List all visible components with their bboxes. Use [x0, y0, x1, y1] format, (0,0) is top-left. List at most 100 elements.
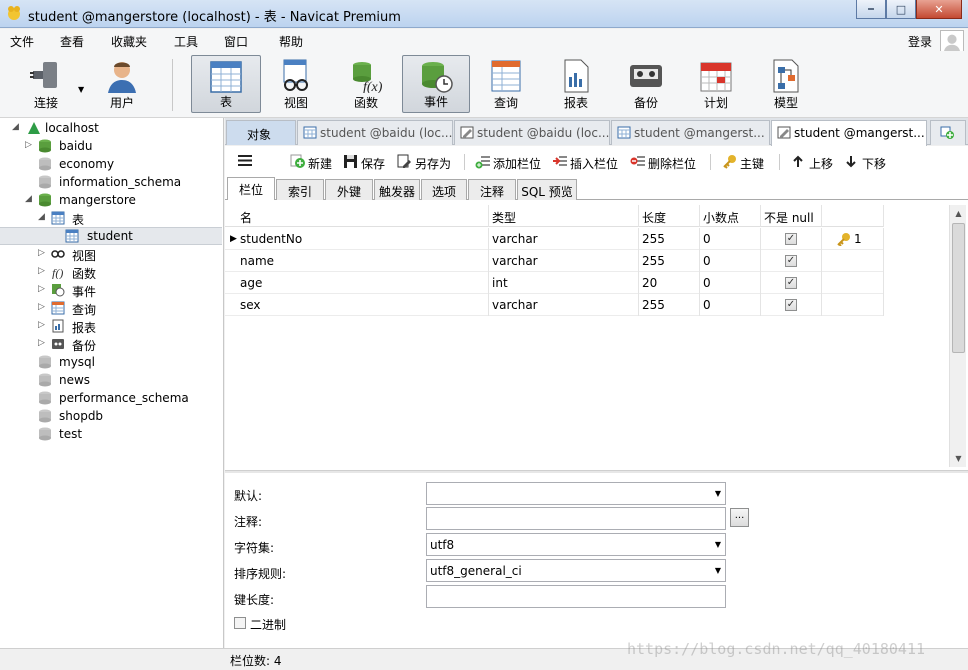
tree-item-backups[interactable]: ▷ 备份 — [0, 335, 222, 353]
expand-arrow-icon[interactable]: ▷ — [38, 284, 45, 294]
menu-file[interactable]: 文件 — [10, 33, 34, 50]
menu-view[interactable]: 查看 — [60, 33, 84, 50]
grid-vertical-scrollbar[interactable]: ▲ ▼ — [949, 205, 966, 467]
scroll-up-icon[interactable]: ▲ — [950, 205, 967, 222]
tree-item-db[interactable]: news — [0, 371, 222, 389]
tab-sql-preview[interactable]: SQL 预览 — [517, 179, 577, 200]
tab-indexes[interactable]: 索引 — [276, 179, 324, 200]
not-null-checkbox[interactable]: ✓ — [785, 233, 797, 245]
tab-document[interactable]: student @baidu (loc... — [297, 120, 453, 145]
expand-arrow-icon[interactable]: ▷ — [38, 302, 45, 312]
tree-item-db[interactable]: test — [0, 425, 222, 443]
tree-item-localhost[interactable]: ◢ localhost — [0, 119, 222, 137]
user-icon — [108, 62, 136, 93]
window-title: student @mangerstore (localhost) - 表 - N… — [28, 10, 401, 25]
binary-checkbox[interactable] — [234, 617, 246, 629]
tab-foreign-keys[interactable]: 外键 — [325, 179, 373, 200]
tree-item-mangerstore[interactable]: ◢ mangerstore — [0, 191, 222, 209]
table-icon — [210, 61, 242, 93]
table-button[interactable]: 表 — [191, 55, 261, 113]
table-row[interactable]: age int 20 0 ✓ — [225, 272, 884, 294]
not-null-checkbox[interactable]: ✓ — [785, 255, 797, 267]
key-length-input[interactable] — [426, 585, 726, 608]
view-button[interactable]: 视图 — [264, 55, 328, 113]
tab-comment[interactable]: 注释 — [468, 179, 516, 200]
default-label: 默认: — [234, 489, 263, 503]
column-header-not-null[interactable]: 不是 null — [761, 205, 822, 227]
tree-item-queries[interactable]: ▷ 查询 — [0, 299, 222, 317]
maximize-button[interactable]: □ — [886, 0, 916, 19]
main-toolbar: 连接 ▼ 用户 表 视图 f(x) 函数 事件 查询 报表 备份 计划 模型 — [0, 51, 968, 118]
tab-options[interactable]: 选项 — [421, 179, 467, 200]
tree-item-student[interactable]: student — [0, 227, 222, 245]
tree-item-db[interactable]: mysql — [0, 353, 222, 371]
user-button[interactable]: 用户 — [90, 55, 154, 113]
model-button[interactable]: 模型 — [754, 55, 818, 113]
comment-edit-button[interactable]: ... — [730, 508, 749, 527]
collapse-arrow-icon[interactable]: ◢ — [38, 212, 45, 222]
menu-window[interactable]: 窗口 — [224, 33, 248, 50]
table-icon — [617, 126, 631, 139]
query-button[interactable]: 查询 — [474, 55, 538, 113]
tab-objects[interactable]: 对象 — [226, 120, 296, 145]
close-button[interactable]: ✕ — [916, 0, 962, 19]
tree-item-tables-folder[interactable]: ◢ 表 — [0, 209, 222, 227]
tree-item-reports[interactable]: ▷ 报表 — [0, 317, 222, 335]
scroll-down-icon[interactable]: ▼ — [950, 450, 967, 467]
table-row[interactable]: ▶ studentNo varchar 255 0 ✓ 1 — [225, 228, 884, 250]
column-header-key[interactable] — [822, 205, 884, 227]
default-select[interactable]: ▼ — [426, 482, 726, 505]
tree-item-db[interactable]: economy — [0, 155, 222, 173]
event-button[interactable]: 事件 — [402, 55, 470, 113]
not-null-checkbox[interactable]: ✓ — [785, 299, 797, 311]
charset-select[interactable]: utf8 ▼ — [426, 533, 726, 556]
login-link[interactable]: 登录 — [908, 33, 932, 50]
tab-document[interactable]: student @baidu (loc... — [454, 120, 610, 145]
tab-fields[interactable]: 栏位 — [227, 177, 275, 201]
connect-button[interactable]: 连接 — [14, 55, 78, 113]
schedule-button[interactable]: 计划 — [684, 55, 748, 113]
menu-favorites[interactable]: 收藏夹 — [111, 33, 147, 50]
table-icon — [303, 126, 317, 139]
expand-arrow-icon[interactable]: ▷ — [25, 140, 32, 150]
backup-button[interactable]: 备份 — [614, 55, 678, 113]
column-header-length[interactable]: 长度 — [639, 205, 700, 227]
collation-select[interactable]: utf8_general_ci ▼ — [426, 559, 726, 582]
tree-item-db[interactable]: shopdb — [0, 407, 222, 425]
tree-item-events[interactable]: ▷ 事件 — [0, 281, 222, 299]
connect-dropdown-icon[interactable]: ▼ — [78, 85, 84, 94]
connection-icon — [28, 122, 40, 134]
charset-label: 字符集: — [234, 541, 275, 555]
hamburger-menu-icon[interactable] — [237, 153, 253, 171]
database-icon — [39, 391, 51, 405]
new-tab-button[interactable] — [930, 120, 966, 145]
comment-input[interactable] — [426, 507, 726, 530]
column-header-decimals[interactable]: 小数点 — [700, 205, 761, 227]
tab-document[interactable]: student @mangerst... — [611, 120, 770, 145]
table-row[interactable]: name varchar 255 0 ✓ — [225, 250, 884, 272]
collapse-arrow-icon[interactable]: ◢ — [12, 122, 19, 132]
scroll-thumb[interactable] — [952, 223, 965, 353]
menu-tools[interactable]: 工具 — [174, 33, 198, 50]
minimize-button[interactable]: ⎯ — [856, 0, 886, 19]
tree-item-db[interactable]: performance_schema — [0, 389, 222, 407]
report-button[interactable]: 报表 — [544, 55, 608, 113]
column-header-name[interactable]: 名 — [237, 205, 489, 227]
tree-item-functions[interactable]: ▷ f() 函数 — [0, 263, 222, 281]
function-button[interactable]: f(x) 函数 — [334, 55, 398, 113]
expand-arrow-icon[interactable]: ▷ — [38, 248, 45, 258]
tab-document-active[interactable]: student @mangerst... — [771, 120, 927, 146]
tree-item-views[interactable]: ▷ 视图 — [0, 245, 222, 263]
column-header-type[interactable]: 类型 — [489, 205, 639, 227]
menu-help[interactable]: 帮助 — [279, 33, 303, 50]
tree-item-db[interactable]: information_schema — [0, 173, 222, 191]
not-null-checkbox[interactable]: ✓ — [785, 277, 797, 289]
collapse-arrow-icon[interactable]: ◢ — [25, 194, 32, 204]
table-row[interactable]: sex varchar 255 0 ✓ — [225, 294, 884, 316]
expand-arrow-icon[interactable]: ▷ — [38, 266, 45, 276]
tab-triggers[interactable]: 触发器 — [374, 179, 420, 200]
expand-arrow-icon[interactable]: ▷ — [38, 338, 45, 348]
tree-item-db[interactable]: ▷ baidu — [0, 137, 222, 155]
expand-arrow-icon[interactable]: ▷ — [38, 320, 45, 330]
table-design-icon — [460, 126, 474, 139]
